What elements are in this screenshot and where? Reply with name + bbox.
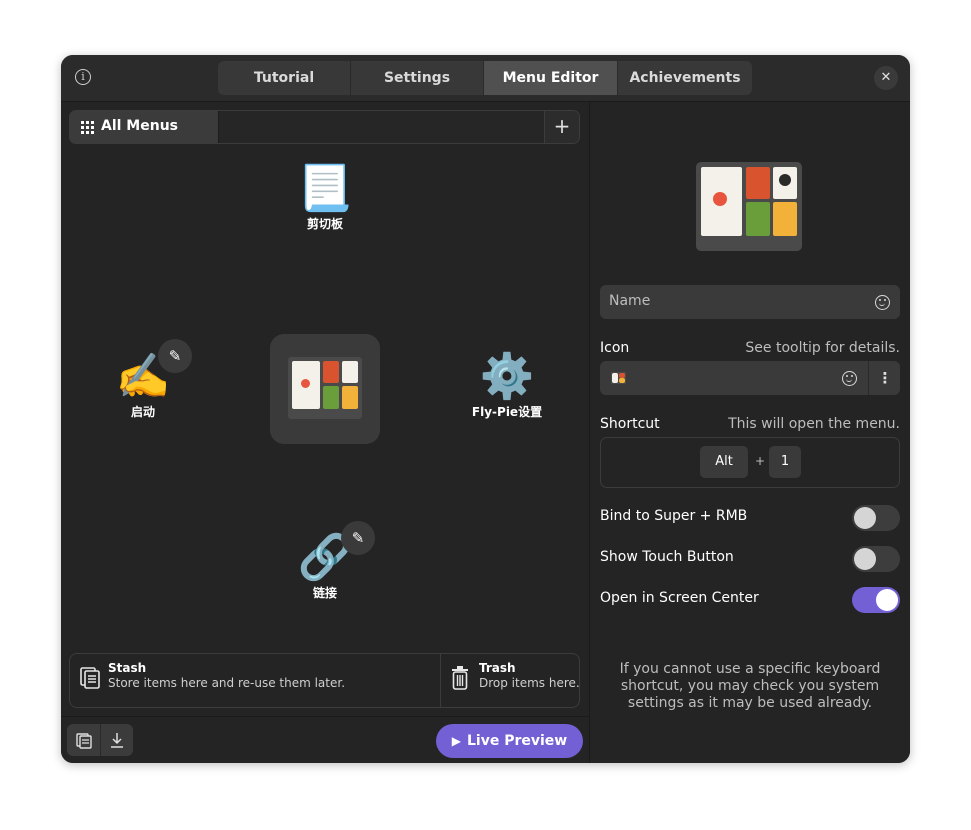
emoji-icon[interactable] — [875, 295, 890, 310]
all-menus-label: All Menus — [101, 118, 178, 134]
copy-icon — [75, 733, 92, 749]
trash-title: Trash — [479, 661, 516, 675]
show-touch-button-toggle[interactable] — [852, 546, 900, 572]
shortcut-plus: + — [755, 454, 766, 468]
live-preview-button[interactable]: ▶ Live Preview — [436, 724, 583, 758]
tab-tutorial[interactable]: Tutorial — [218, 61, 351, 95]
shortcut-key-1: 1 — [769, 446, 801, 478]
menu-item-label: 剪切板 — [306, 217, 343, 231]
menu-center-item[interactable] — [270, 334, 380, 444]
bento-box-icon — [611, 372, 626, 384]
menu-editor-pane: All Menus + 📃 剪切板 ✍️ 启动 ✎ ⚙️ Fly-Pie设置 🔗… — [61, 102, 589, 763]
live-preview-label: Live Preview — [467, 733, 568, 749]
bento-box-icon — [696, 162, 802, 251]
stash-subtitle: Store items here and re-use them later. — [108, 676, 346, 690]
trash-icon — [452, 666, 468, 690]
play-icon: ▶ — [451, 734, 461, 748]
copy-button[interactable] — [67, 724, 101, 756]
name-placeholder: Name — [609, 293, 651, 309]
add-menu-button[interactable]: + — [544, 111, 579, 143]
gear-icon: ⚙️ — [479, 351, 535, 402]
more-options-icon[interactable]: ⋮ — [870, 361, 900, 395]
bind-super-rmb-toggle[interactable] — [852, 505, 900, 531]
shortcut-key-alt: Alt — [700, 446, 748, 478]
menus-bar: All Menus + — [69, 110, 580, 144]
tab-achievements[interactable]: Achievements — [618, 61, 752, 95]
menu-item-flypie-settings[interactable]: ⚙️ Fly-Pie设置 — [461, 352, 553, 420]
open-screen-center-label: Open in Screen Center — [600, 590, 759, 606]
trash-subtitle: Drop items here. — [479, 676, 580, 690]
shortcut-label: Shortcut — [600, 416, 660, 432]
shortcut-help-text: If you cannot use a specific keyboard sh… — [619, 661, 881, 711]
show-touch-button-label: Show Touch Button — [600, 549, 734, 565]
stash-title: Stash — [108, 661, 147, 675]
footer-button-group — [67, 724, 133, 756]
name-field[interactable]: Name — [600, 285, 900, 319]
stash-dropzone[interactable]: Stash Store items here and re-use them l… — [70, 654, 440, 707]
menu-item-label: 启动 — [130, 405, 155, 419]
emoji-icon[interactable] — [842, 371, 857, 386]
menu-item-label: Fly-Pie设置 — [471, 405, 543, 419]
page-icon: 📃 — [297, 163, 353, 214]
grid-icon — [81, 121, 94, 134]
properties-pane: Name Icon See tooltip for details. ⋮ Sho… — [590, 102, 910, 763]
edit-pencil-icon[interactable]: ✎ — [158, 339, 192, 373]
stash-trash-area: Stash Store items here and re-use them l… — [69, 653, 580, 708]
all-menus-button[interactable]: All Menus — [70, 111, 219, 143]
icon-field[interactable]: ⋮ — [600, 361, 900, 395]
bento-box-icon — [288, 357, 362, 419]
download-icon — [110, 733, 123, 748]
shortcut-hint: This will open the menu. — [728, 416, 900, 432]
edit-pencil-icon[interactable]: ✎ — [341, 521, 375, 555]
footer-divider — [61, 716, 589, 717]
flypie-window: i Tutorial Settings Menu Editor Achievem… — [61, 55, 910, 763]
open-screen-center-toggle[interactable] — [852, 587, 900, 613]
trash-dropzone[interactable]: Trash Drop items here. — [441, 654, 580, 707]
header-bar: i Tutorial Settings Menu Editor Achievem… — [61, 55, 910, 102]
menu-item-clipboard[interactable]: 📃 剪切板 — [285, 164, 365, 232]
icon-hint: See tooltip for details. — [745, 340, 900, 356]
bind-super-rmb-label: Bind to Super + RMB — [600, 508, 748, 524]
icon-field-divider — [868, 361, 869, 395]
tab-bar: Tutorial Settings Menu Editor Achievemen… — [218, 61, 752, 95]
stash-icon — [80, 667, 100, 689]
tab-menu-editor[interactable]: Menu Editor — [484, 61, 618, 95]
tab-settings[interactable]: Settings — [351, 61, 484, 95]
icon-label: Icon — [600, 340, 630, 356]
menu-item-label: 链接 — [312, 586, 337, 600]
info-icon[interactable]: i — [75, 69, 91, 85]
import-button[interactable] — [100, 724, 133, 756]
close-icon[interactable]: ✕ — [874, 66, 898, 90]
shortcut-field[interactable]: Alt + 1 — [600, 437, 900, 488]
